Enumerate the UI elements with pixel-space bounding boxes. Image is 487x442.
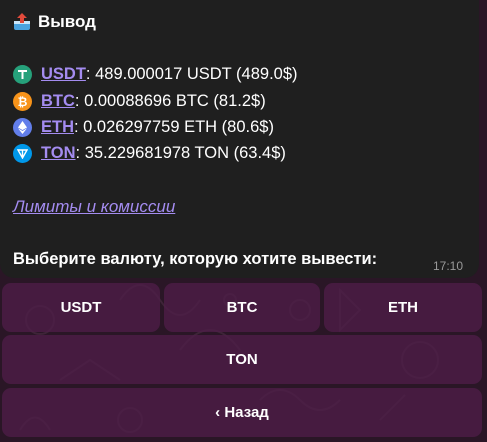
title-text: Вывод (38, 12, 96, 31)
back-button[interactable]: ‹ Назад (2, 388, 482, 437)
balance-row-btc: ₿ BTC : 0.00088696 BTC (81.2$) (13, 92, 266, 111)
bitcoin-icon: ₿ (13, 92, 32, 111)
message-bubble: Вывод USDT : 489.000017 USDT (489.0$) ₿ … (0, 0, 479, 278)
outbox-tray-icon (14, 13, 30, 30)
balance-row-ton: TON : 35.229681978 TON (63.4$) (13, 144, 286, 163)
balance-amount-usdt: : 489.000017 USDT (489.0$) (85, 65, 298, 83)
prompt-text: Выберите валюту, которую хотите вывести: (13, 250, 378, 268)
ton-button[interactable]: TON (2, 335, 482, 384)
usdt-button[interactable]: USDT (2, 283, 160, 332)
btc-button[interactable]: BTC (164, 283, 320, 332)
tether-icon (13, 65, 32, 84)
balance-row-eth: ETH : 0.026297759 ETH (80.6$) (13, 118, 274, 137)
limits-link[interactable]: Лимиты и комиссии (13, 197, 175, 217)
toncoin-icon (13, 144, 32, 163)
balance-amount-btc: : 0.00088696 BTC (81.2$) (74, 92, 266, 110)
balance-amount-eth: : 0.026297759 ETH (80.6$) (74, 118, 274, 136)
ticker-link-eth[interactable]: ETH (41, 118, 74, 137)
message-title: Вывод (12, 12, 96, 32)
message-time: 17:10 (433, 259, 464, 273)
ticker-link-usdt[interactable]: USDT (41, 65, 86, 84)
balance-row-usdt: USDT : 489.000017 USDT (489.0$) (13, 65, 298, 84)
eth-button[interactable]: ETH (324, 283, 482, 332)
ticker-link-ton[interactable]: TON (41, 144, 76, 163)
balance-amount-ton: : 35.229681978 TON (63.4$) (75, 144, 286, 162)
ticker-link-btc[interactable]: BTC (41, 92, 75, 111)
ethereum-icon (13, 118, 32, 137)
